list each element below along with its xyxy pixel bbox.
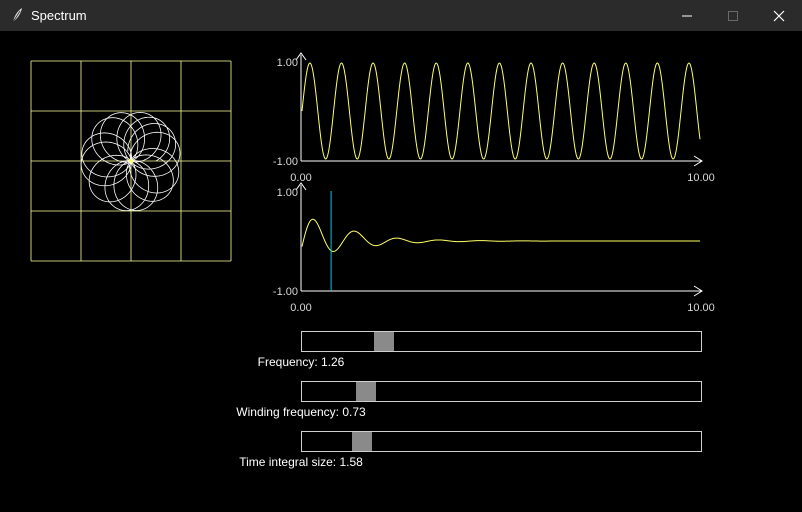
signal-ymax-label: 1.00 xyxy=(277,57,298,69)
time-integral-slider[interactable] xyxy=(301,431,702,452)
winding-frequency-slider[interactable] xyxy=(301,381,702,402)
winding-centroid xyxy=(129,159,133,163)
signal-ymin-label: -1.00 xyxy=(273,156,298,168)
winding-frequency-slider-thumb[interactable] xyxy=(356,382,376,401)
frequency-label: Frequency: 1.26 xyxy=(257,355,345,369)
signal-plot: 1.00 -1.00 0.00 10.00 xyxy=(273,52,715,184)
signal-curve xyxy=(301,62,701,160)
winding-plot xyxy=(30,60,232,262)
spectrum-xmin-label: 0.00 xyxy=(290,302,311,314)
spectrum-curve xyxy=(301,218,700,252)
frequency-slider[interactable] xyxy=(301,331,702,352)
frequency-slider-thumb[interactable] xyxy=(374,332,394,351)
time-integral-label: Time integral size: 1.58 xyxy=(239,455,363,469)
spectrum-plot: 1.00 -1.00 0.00 10.00 xyxy=(273,182,715,314)
signal-xmax-label: 10.00 xyxy=(687,172,715,184)
spectrum-ymax-label: 1.00 xyxy=(277,187,298,199)
spectrum-xmax-label: 10.00 xyxy=(687,302,715,314)
time-integral-slider-thumb[interactable] xyxy=(352,432,372,451)
spectrum-ymin-label: -1.00 xyxy=(273,286,298,298)
winding-frequency-label: Winding frequency: 0.73 xyxy=(236,405,366,419)
